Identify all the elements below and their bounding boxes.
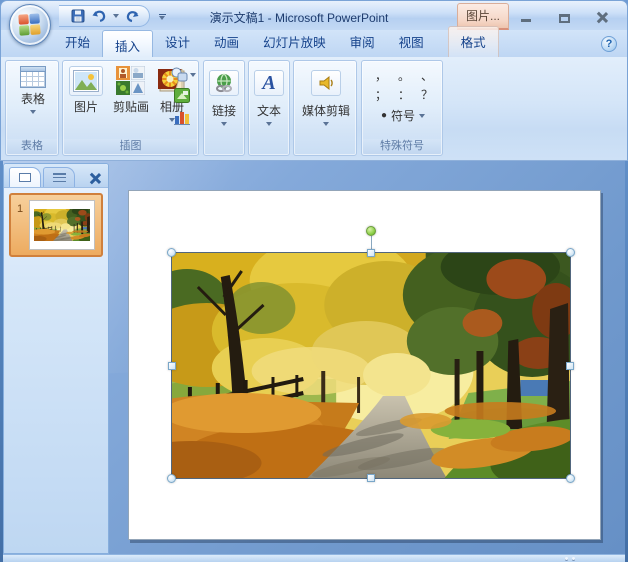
resize-handle-bottom-right[interactable]: [566, 474, 575, 483]
clipart-icon: [116, 66, 146, 96]
resize-handle-right[interactable]: [566, 362, 574, 370]
help-button[interactable]: ?: [601, 36, 617, 52]
tab-format[interactable]: 格式: [448, 26, 499, 57]
office-logo-icon: [18, 13, 41, 36]
tab-review[interactable]: 审阅: [338, 27, 387, 57]
slides-panel: 1: [3, 163, 109, 554]
chart-button[interactable]: [173, 108, 191, 126]
symbol-dunhao-button[interactable]: 、: [417, 68, 437, 84]
inserted-picture[interactable]: [172, 253, 570, 478]
dropdown-arrow-icon: [221, 122, 227, 126]
picture-icon: [69, 66, 103, 96]
restore-icon: [559, 14, 570, 23]
tab-design[interactable]: 设计: [153, 27, 202, 57]
resize-handle-bottom-left[interactable]: [167, 474, 176, 483]
hyperlink-icon: [209, 70, 239, 96]
undo-icon: [92, 10, 107, 23]
splitter-grip-icon: [565, 557, 575, 560]
table-icon: [20, 66, 46, 88]
smartart-button[interactable]: [173, 87, 191, 104]
symbol-period-button[interactable]: 。: [394, 68, 414, 84]
group-label-table: 表格: [7, 139, 57, 154]
text-button[interactable]: A 文本: [251, 67, 287, 126]
tab-animations[interactable]: 动画: [202, 27, 251, 57]
slides-tab[interactable]: [9, 167, 41, 187]
undo-dropdown[interactable]: [111, 7, 120, 25]
symbol-semicolon-button[interactable]: ；: [371, 87, 391, 103]
ribbon: 表格 表格 图片 剪贴画: [0, 57, 628, 161]
chart-icon: [174, 109, 190, 125]
media-speaker-icon: [311, 70, 341, 96]
dropdown-arrow-icon: [190, 73, 196, 77]
window-title: 演示文稿1 - Microsoft PowerPoint: [151, 9, 447, 26]
slide-number: 1: [11, 195, 29, 215]
tab-insert[interactable]: 插入: [102, 30, 153, 57]
window-controls: [517, 9, 611, 23]
symbol-question-button[interactable]: ？: [417, 87, 437, 103]
undo-button[interactable]: [90, 7, 108, 25]
group-label-illustrations: 插图: [64, 139, 197, 154]
minimize-icon: [521, 19, 531, 22]
group-text: A 文本: [248, 60, 290, 156]
titlebar: 演示文稿1 - Microsoft PowerPoint 图片...: [0, 0, 628, 30]
dropdown-arrow-icon: [266, 122, 272, 126]
save-button[interactable]: [69, 7, 87, 25]
group-special-symbols: ， 。 、 ； ： ？ ● 符号 特殊符号: [361, 60, 443, 156]
text-a-icon: A: [254, 70, 284, 96]
redo-icon: [125, 10, 139, 23]
office-button[interactable]: [9, 4, 51, 46]
resize-handle-top[interactable]: [367, 249, 375, 257]
tab-slideshow[interactable]: 幻灯片放映: [251, 27, 338, 57]
save-icon: [71, 9, 85, 23]
restore-button[interactable]: [555, 9, 573, 23]
thumbnail-photo: [34, 209, 90, 241]
media-clips-button[interactable]: 媒体剪辑: [300, 67, 352, 126]
smartart-icon: [174, 88, 190, 103]
shapes-button[interactable]: [170, 66, 197, 83]
links-button[interactable]: 链接: [206, 67, 242, 126]
close-icon: [596, 11, 608, 23]
resize-handle-bottom[interactable]: [367, 474, 375, 482]
picture-button[interactable]: 图片: [66, 63, 106, 115]
symbol-button[interactable]: ● 符号: [367, 105, 439, 124]
ribbon-tab-row: 开始 插入 设计 动画 幻灯片放映 审阅 视图 格式 ?: [0, 30, 628, 57]
outline-tab-icon: [53, 173, 66, 182]
minimize-button[interactable]: [517, 9, 535, 23]
group-links: 链接: [203, 60, 245, 156]
dropdown-arrow-icon: [113, 14, 119, 18]
group-media: 媒体剪辑: [293, 60, 357, 156]
rotate-handle[interactable]: [366, 226, 376, 236]
quick-access-toolbar: [59, 5, 150, 27]
slide-thumbnail-1[interactable]: 1: [9, 193, 103, 257]
tab-view[interactable]: 视图: [387, 27, 436, 57]
dropdown-arrow-icon: [419, 114, 425, 118]
shapes-icon: [171, 67, 188, 82]
panel-close-button[interactable]: [89, 172, 101, 184]
group-label-special-symbols: 特殊符号: [363, 139, 441, 154]
resize-handle-top-left[interactable]: [167, 248, 176, 257]
group-illustrations: 图片 剪贴画 相册: [62, 60, 199, 156]
slides-panel-tabs: [4, 164, 108, 188]
redo-button[interactable]: [123, 7, 141, 25]
dropdown-arrow-icon: [30, 110, 36, 114]
symbol-comma-button[interactable]: ，: [371, 68, 391, 84]
bullet-icon: ●: [381, 110, 387, 121]
outline-tab[interactable]: [43, 167, 75, 187]
resize-handle-left[interactable]: [168, 362, 176, 370]
table-button[interactable]: 表格: [11, 63, 55, 114]
close-button[interactable]: [593, 9, 611, 23]
group-table: 表格 表格: [5, 60, 59, 156]
slide-thumbnail-canvas: [29, 200, 95, 250]
symbol-colon-button[interactable]: ：: [394, 87, 414, 103]
workspace: 1: [3, 161, 625, 554]
autumn-road-photo: [172, 253, 570, 478]
tab-home[interactable]: 开始: [53, 27, 102, 57]
clipart-button[interactable]: 剪贴画: [108, 63, 154, 115]
resize-handle-top-right[interactable]: [566, 248, 575, 257]
dropdown-arrow-icon: [323, 122, 329, 126]
slides-tab-icon: [19, 173, 31, 182]
notes-splitter-bar[interactable]: [3, 554, 625, 562]
